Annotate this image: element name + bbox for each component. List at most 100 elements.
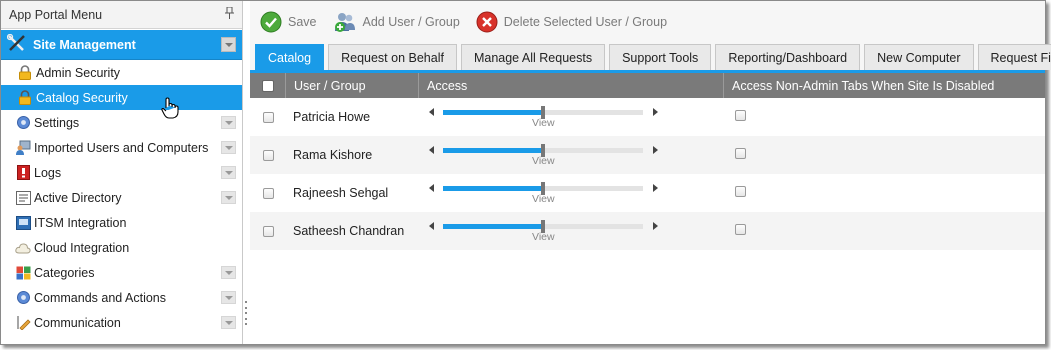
slider-fill — [443, 110, 543, 115]
access-level-label: View — [532, 193, 555, 205]
sidebar-item-active-directory[interactable]: Active Directory — [1, 185, 242, 210]
toolbar: Save Add User / Group Delete Selected Us… — [250, 1, 1045, 43]
expand-button[interactable] — [221, 166, 236, 179]
expand-button[interactable] — [221, 141, 236, 154]
slider-track[interactable] — [443, 144, 643, 157]
collapse-section-button[interactable] — [221, 37, 236, 52]
tab-request-filters[interactable]: Request Filters — [977, 44, 1051, 70]
expand-button[interactable] — [221, 266, 236, 279]
folder-icon — [15, 265, 31, 281]
nonadmin-checkbox[interactable] — [735, 109, 746, 121]
splitter-dot — [245, 323, 247, 325]
tab-bar: Catalog Request on Behalf Manage All Req… — [250, 43, 1051, 73]
delete-selected-button[interactable]: Delete Selected User / Group — [476, 11, 667, 33]
add-user-group-button[interactable]: Add User / Group — [333, 11, 460, 33]
slider-left-arrow-icon[interactable] — [429, 222, 434, 230]
select-all-checkbox[interactable] — [261, 79, 274, 92]
tab-manage-all-requests[interactable]: Manage All Requests — [460, 44, 606, 70]
user-name: Rajneesh Sehgal — [293, 186, 389, 200]
row-checkbox[interactable] — [262, 187, 274, 199]
sidebar-item-logs[interactable]: Logs — [1, 160, 242, 185]
log-book-icon — [15, 165, 31, 181]
chevron-down-icon — [224, 145, 233, 150]
sidebar-item-label: ITSM Integration — [34, 215, 127, 230]
nonadmin-cell — [724, 98, 1045, 136]
column-header-nonadmin[interactable]: Access Non-Admin Tabs When Site Is Disab… — [724, 73, 1045, 98]
user-name: Satheesh Chandran — [293, 224, 405, 238]
lock-icon — [17, 65, 33, 81]
lock-icon — [17, 90, 33, 106]
chevron-down-icon — [224, 295, 233, 300]
sidebar-item-label: Settings — [34, 115, 80, 130]
access-cell: View — [419, 98, 724, 136]
slider-right-arrow-icon[interactable] — [653, 108, 658, 116]
slider-track[interactable] — [443, 182, 643, 195]
table-row[interactable]: Satheesh Chandran View — [250, 212, 1045, 250]
access-slider[interactable]: View — [427, 102, 667, 132]
slider-track[interactable] — [443, 106, 643, 119]
panel-splitter[interactable] — [244, 301, 248, 325]
sidebar-header: App Portal Menu — [1, 1, 242, 29]
slider-left-arrow-icon[interactable] — [429, 146, 434, 154]
tools-icon — [6, 33, 27, 55]
row-checkbox[interactable] — [262, 225, 274, 237]
nonadmin-cell — [724, 136, 1045, 174]
sidebar-item-label: Active Directory — [34, 190, 122, 205]
sidebar-item-imported-users[interactable]: Imported Users and Computers — [1, 135, 242, 160]
row-select-cell — [250, 174, 286, 212]
expand-button[interactable] — [221, 316, 236, 329]
access-slider[interactable]: View — [427, 178, 667, 208]
sidebar-item-cloud-integration[interactable]: Cloud Integration — [1, 235, 242, 260]
access-level-label: View — [532, 117, 555, 129]
app-window: App Portal Menu Site Management Admin Se… — [0, 0, 1051, 345]
gear-icon — [15, 290, 31, 306]
access-slider[interactable]: View — [427, 140, 667, 170]
access-cell: View — [419, 174, 724, 212]
delete-icon — [476, 11, 498, 33]
column-header-access[interactable]: Access — [419, 73, 724, 98]
sidebar-section-site-management[interactable]: Site Management — [1, 30, 242, 60]
nonadmin-checkbox[interactable] — [735, 147, 746, 159]
tab-catalog[interactable]: Catalog — [255, 44, 325, 70]
nonadmin-checkbox[interactable] — [735, 185, 746, 197]
column-header-user[interactable]: User / Group — [286, 73, 419, 98]
save-button[interactable]: Save — [260, 11, 317, 33]
slider-left-arrow-icon[interactable] — [429, 184, 434, 192]
chevron-down-icon — [224, 120, 233, 125]
sidebar-item-settings[interactable]: Settings — [1, 110, 242, 135]
nonadmin-checkbox[interactable] — [735, 223, 746, 235]
slider-right-arrow-icon[interactable] — [653, 146, 658, 154]
slider-right-arrow-icon[interactable] — [653, 184, 658, 192]
access-slider[interactable]: View — [427, 216, 667, 246]
row-select-cell — [250, 98, 286, 136]
table-row[interactable]: Rama Kishore View — [250, 136, 1045, 174]
row-checkbox[interactable] — [262, 111, 274, 123]
tab-new-computer[interactable]: New Computer — [864, 44, 974, 70]
slider-fill — [443, 224, 543, 229]
access-cell: View — [419, 136, 724, 174]
sidebar-item-itsm-integration[interactable]: ITSM Integration — [1, 210, 242, 235]
expand-button[interactable] — [221, 291, 236, 304]
itsm-icon — [15, 215, 31, 231]
users-computer-icon — [15, 140, 31, 156]
expand-button[interactable] — [221, 116, 236, 129]
slider-right-arrow-icon[interactable] — [653, 222, 658, 230]
tab-request-on-behalf[interactable]: Request on Behalf — [328, 44, 457, 70]
main-panel: Save Add User / Group Delete Selected Us… — [250, 1, 1051, 344]
sidebar-item-admin-security[interactable]: Admin Security — [1, 60, 242, 85]
sidebar-item-label: Imported Users and Computers — [34, 140, 209, 155]
slider-track[interactable] — [443, 220, 643, 233]
row-checkbox[interactable] — [262, 149, 274, 161]
sidebar-item-label: Logs — [34, 165, 62, 180]
sidebar-item-catalog-security[interactable]: Catalog Security — [1, 85, 242, 119]
tab-reporting-dashboard[interactable]: Reporting/Dashboard — [715, 44, 861, 70]
sidebar-item-commands-actions[interactable]: Commands and Actions — [1, 285, 242, 310]
table-row[interactable]: Rajneesh Sehgal View — [250, 174, 1045, 212]
tab-support-tools[interactable]: Support Tools — [609, 44, 712, 70]
sidebar-item-categories[interactable]: Categories — [1, 260, 242, 285]
pin-icon[interactable] — [225, 6, 234, 22]
table-row[interactable]: Patricia Howe View — [250, 98, 1045, 136]
slider-left-arrow-icon[interactable] — [429, 108, 434, 116]
expand-button[interactable] — [221, 191, 236, 204]
sidebar-item-communication[interactable]: Communication — [1, 310, 242, 335]
